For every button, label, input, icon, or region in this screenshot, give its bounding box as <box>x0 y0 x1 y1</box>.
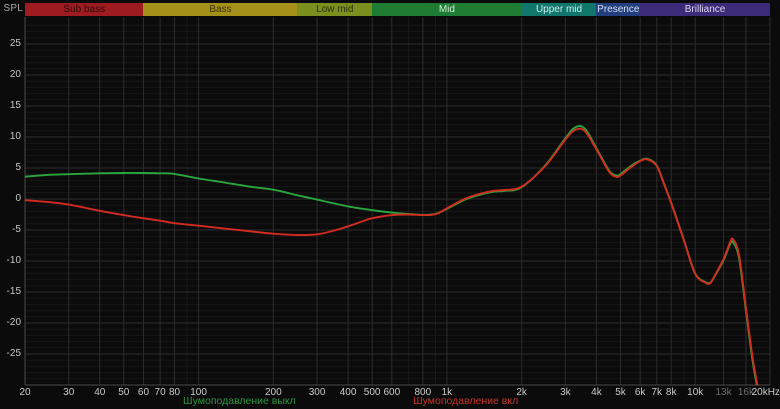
legend-anc-off-label: Шумоподавление выкл <box>183 395 296 407</box>
y-tick-label: 25 <box>9 38 21 49</box>
legend: Шумоподавление выкл Шумоподавление вкл <box>0 395 780 408</box>
y-tick-label: -5 <box>12 224 21 235</box>
chart-canvas <box>24 17 771 386</box>
y-tick-label: 5 <box>15 162 21 173</box>
y-tick-label: -20 <box>6 317 21 328</box>
y-tick-label: 20 <box>9 69 21 80</box>
legend-anc-on-label: Шумоподавление вкл <box>413 395 519 407</box>
y-tick-label: 15 <box>9 100 21 111</box>
y-tick-label: -25 <box>6 348 21 359</box>
frequency-response-chart: SPL Sub bass Bass Low mid Mid Upper mid Prese… <box>0 0 780 409</box>
y-tick-label: 10 <box>9 131 21 142</box>
y-tick-label: -10 <box>6 255 21 266</box>
y-tick-label: 0 <box>15 193 21 204</box>
curve-series-0 <box>25 125 758 386</box>
y-tick-label: -15 <box>6 286 21 297</box>
